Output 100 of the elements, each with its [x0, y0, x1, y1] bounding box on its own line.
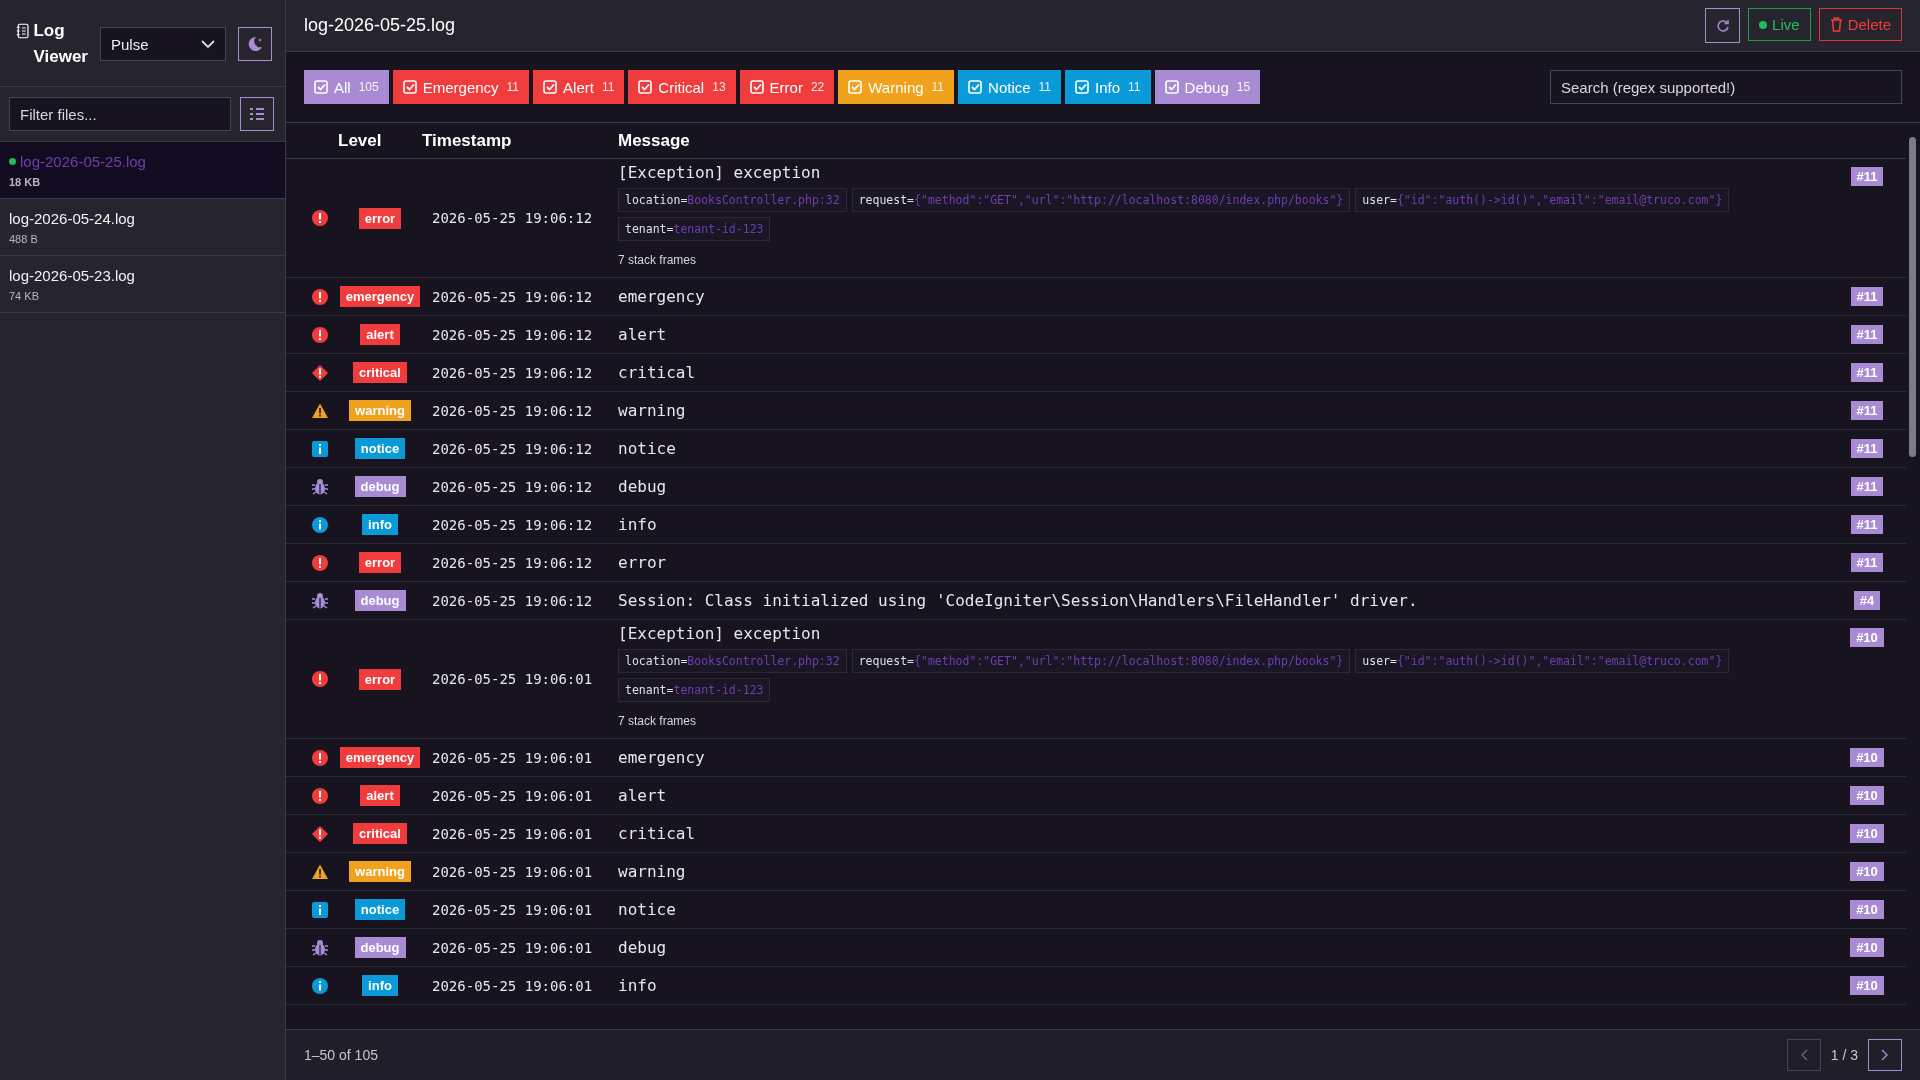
- level-badge: debug: [354, 590, 406, 611]
- level-filter-button[interactable]: Error 22: [739, 70, 835, 104]
- context-key: user=: [1362, 193, 1397, 207]
- stack-frames-toggle[interactable]: 7 stack frames: [618, 253, 1828, 267]
- context-value: tenant-id-123: [673, 222, 764, 236]
- checked-box-icon: [402, 80, 417, 94]
- occurrence-tag: #10: [1850, 900, 1884, 919]
- file-item[interactable]: log-2026-05-24.log 488 B: [0, 199, 285, 256]
- log-message: info: [618, 515, 658, 534]
- timestamp: 2026-05-25 19:06:01: [432, 787, 593, 804]
- occurrence-tag: #10: [1850, 786, 1884, 805]
- info-square-icon: [311, 900, 329, 919]
- next-page-button[interactable]: [1868, 1039, 1902, 1071]
- level-badge: notice: [354, 899, 406, 920]
- level-badge: emergency: [339, 286, 421, 307]
- context-value: {"id":"auth()->id()","email":"email@truco.com"}: [1396, 193, 1723, 207]
- level-badge: critical: [353, 823, 407, 844]
- occurrence-tag: #10: [1850, 824, 1884, 843]
- level-filter-button[interactable]: Alert 11: [533, 70, 625, 104]
- bug-icon: [311, 591, 329, 610]
- timestamp: 2026-05-25 19:06:12: [432, 554, 593, 571]
- timestamp: 2026-05-25 19:06:01: [432, 825, 593, 842]
- checked-box-icon: [1164, 80, 1179, 94]
- file-item[interactable]: log-2026-05-25.log 18 KB: [0, 142, 285, 199]
- dark-mode-button[interactable]: [238, 27, 272, 61]
- log-message: notice: [618, 439, 677, 458]
- exclamation-circle-icon: [311, 325, 329, 344]
- checked-box-icon: [848, 80, 863, 94]
- level-filter-button[interactable]: Warning 11: [838, 70, 955, 104]
- level-filter-button[interactable]: All 105: [304, 70, 389, 104]
- file-size: 488 B: [9, 233, 39, 245]
- log-message: debug: [618, 477, 668, 496]
- level-filter-button[interactable]: Info 11: [1065, 70, 1151, 104]
- chevron-left-icon: [1799, 1049, 1808, 1061]
- app-title: Log Viewer: [33, 20, 88, 68]
- checked-box-icon: [638, 80, 653, 94]
- delete-button[interactable]: Delete: [1818, 8, 1902, 41]
- exclamation-diamond-icon: [311, 363, 329, 382]
- log-message: warning: [618, 401, 687, 420]
- level-badge: critical: [353, 362, 407, 383]
- context-key: location=: [625, 193, 688, 207]
- timestamp: 2026-05-25 19:06:12: [432, 440, 593, 457]
- info-square-icon: [311, 439, 329, 458]
- live-button[interactable]: Live: [1748, 8, 1811, 41]
- level-filter-button[interactable]: Emergency 11: [392, 70, 530, 104]
- level-badge: warning: [349, 861, 411, 882]
- exclamation-circle-icon: [311, 287, 329, 306]
- info-circle-icon: [311, 515, 329, 534]
- level-filter-button[interactable]: Debug 15: [1154, 70, 1261, 104]
- occurrence-tag: #11: [1850, 287, 1884, 306]
- level-filter-button[interactable]: Notice 11: [958, 70, 1062, 104]
- log-message: alert: [618, 786, 668, 805]
- exclamation-circle-icon: [311, 748, 329, 767]
- file-size: 74 KB: [9, 290, 40, 302]
- context-key: tenant=: [625, 683, 674, 697]
- exclamation-circle-icon: [311, 786, 329, 805]
- log-message: emergency: [618, 748, 706, 767]
- occurrence-tag: #4: [1853, 591, 1881, 610]
- level-badge: alert: [360, 324, 400, 345]
- context-key: location=: [625, 654, 688, 668]
- level-badge: alert: [360, 785, 400, 806]
- chevron-right-icon: [1881, 1049, 1889, 1061]
- context-value: {"method":"GET","url":"http://localhost:8080/index.php/books"}: [914, 193, 1344, 207]
- timestamp: 2026-05-25 19:06:12: [432, 478, 593, 495]
- file-title: log-2026-05-25.log: [304, 15, 456, 36]
- file-name: log-2026-05-23.log: [9, 267, 135, 284]
- file-name: log-2026-05-24.log: [9, 210, 135, 227]
- refresh-button[interactable]: [1705, 8, 1741, 43]
- level-badge: info: [362, 975, 398, 996]
- level-badge: error: [358, 207, 402, 229]
- timestamp: 2026-05-25 19:06:01: [432, 939, 593, 956]
- occurrence-tag: #10: [1850, 628, 1884, 647]
- checked-box-icon: [968, 80, 983, 94]
- file-filter-field[interactable]: Filter files...: [9, 97, 231, 131]
- context-key: tenant=: [625, 222, 674, 236]
- stack-frames-toggle[interactable]: 7 stack frames: [618, 714, 1828, 728]
- search-field[interactable]: Search (regex supported!): [1550, 70, 1902, 104]
- page-range: 1–50 of 105: [304, 1047, 378, 1063]
- column-header: Level: [338, 130, 383, 151]
- occurrence-tag: #11: [1850, 401, 1884, 420]
- level-filter-button[interactable]: Critical 13: [628, 70, 736, 104]
- context-key: user=: [1362, 654, 1397, 668]
- timestamp: 2026-05-25 19:06:12: [432, 288, 593, 305]
- level-badge: notice: [354, 438, 406, 459]
- level-badge: info: [362, 514, 398, 535]
- trash-icon: [1829, 17, 1843, 32]
- scroll-thumb[interactable]: [1909, 137, 1916, 457]
- context-value: {"id":"auth()->id()","email":"email@truco.com"}: [1396, 654, 1723, 668]
- occurrence-tag: #10: [1850, 976, 1884, 995]
- checked-box-icon: [1075, 80, 1090, 94]
- occurrence-tag: #11: [1850, 363, 1884, 382]
- context-key: request=: [858, 193, 915, 207]
- file-item[interactable]: log-2026-05-23.log 74 KB: [0, 256, 285, 313]
- level-badge: debug: [354, 476, 406, 497]
- list-view-button[interactable]: [240, 97, 274, 131]
- theme-select[interactable]: Pulse: [100, 27, 226, 61]
- column-header: Timestamp: [422, 130, 513, 151]
- occurrence-tag: #11: [1850, 477, 1884, 496]
- journal-icon: [16, 21, 30, 41]
- occurrence-tag: #11: [1850, 167, 1884, 186]
